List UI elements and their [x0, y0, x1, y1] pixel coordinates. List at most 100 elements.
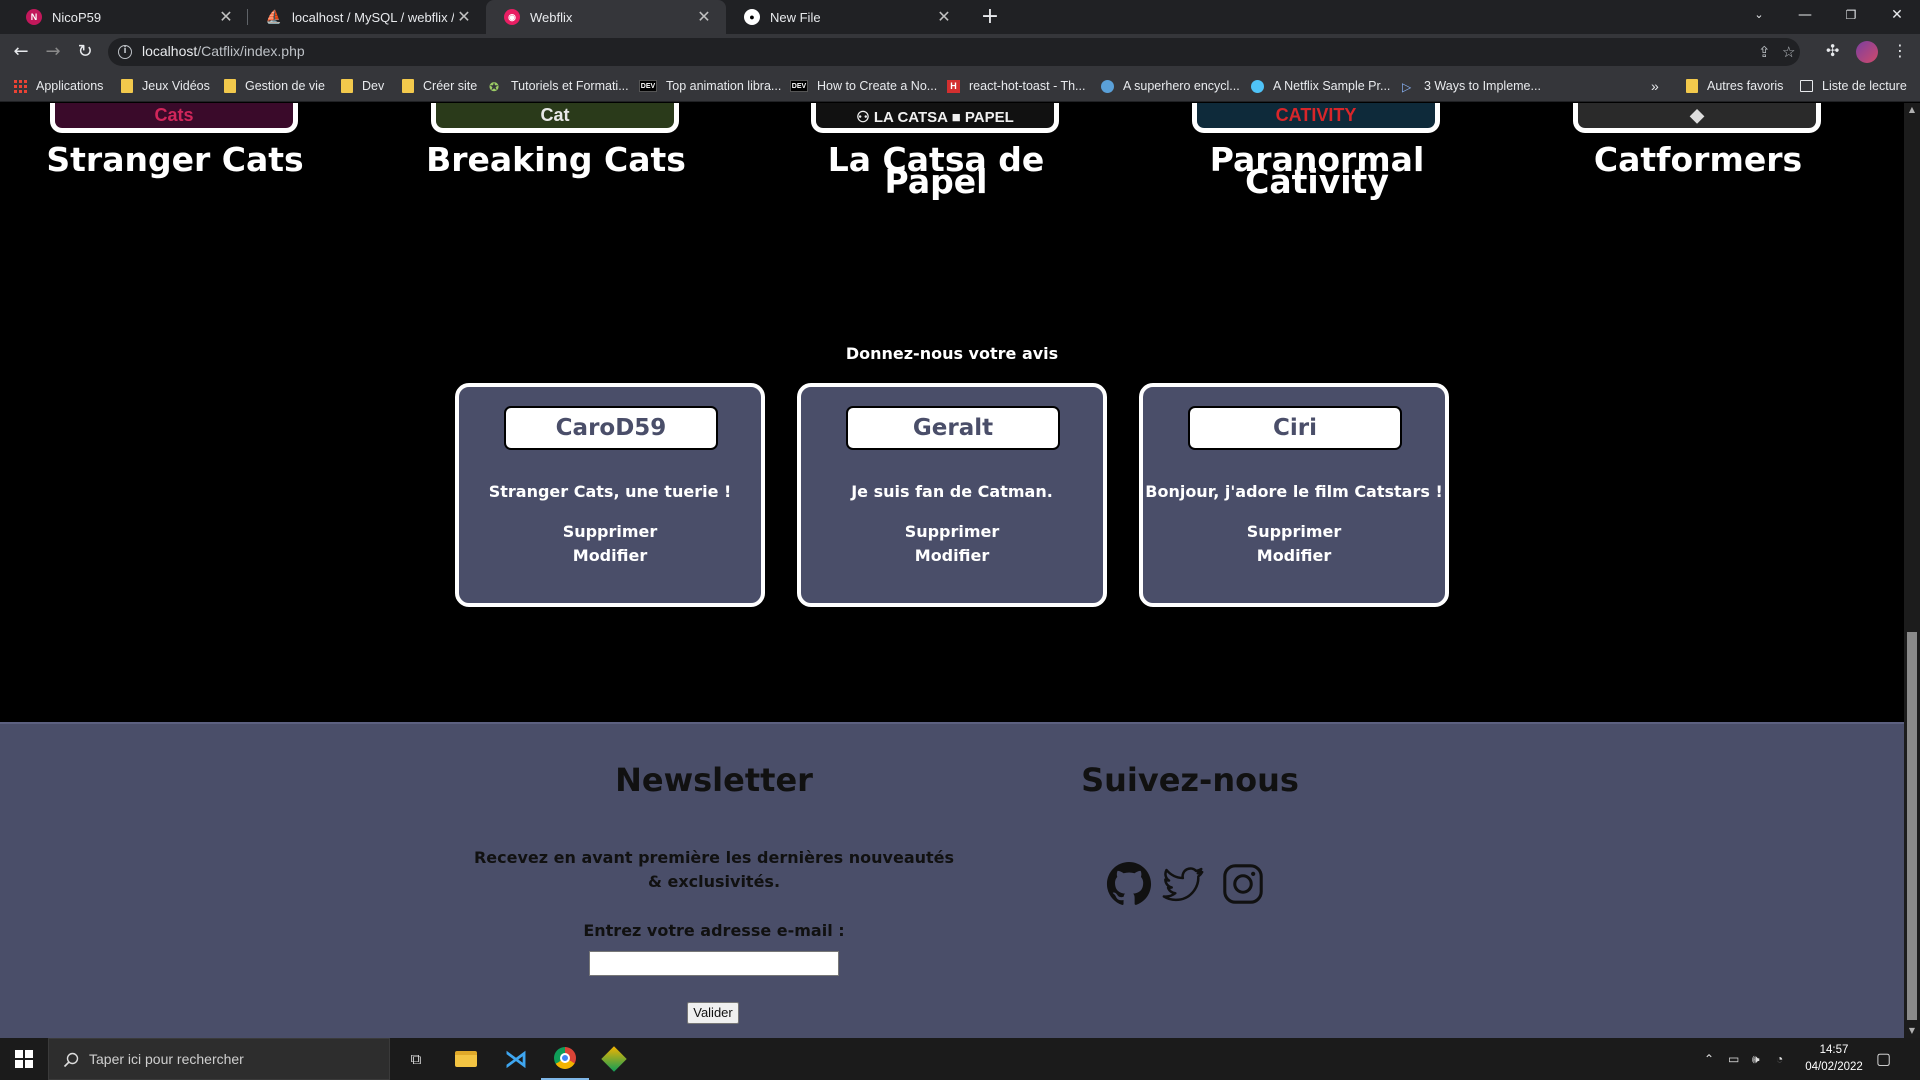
scrollbar-thumb[interactable] [1907, 632, 1917, 1020]
delete-review-button[interactable]: Supprimer [1143, 522, 1445, 541]
movie-poster[interactable]: ⚇ LA CATSA ■ PAPEL [811, 103, 1059, 133]
edit-review-button[interactable]: Modifier [1143, 546, 1445, 565]
movie-title[interactable]: Catformers [1548, 143, 1848, 176]
browser-tab[interactable]: N NicoP59 ✕ [8, 0, 248, 34]
close-tab-icon[interactable]: ✕ [694, 7, 714, 27]
scroll-up-arrow-icon[interactable]: ▲ [1904, 103, 1920, 117]
bookmark-folder[interactable]: Créer site [402, 70, 477, 102]
tab-search-icon[interactable]: ⌄ [1736, 0, 1782, 30]
folder-icon [402, 79, 414, 93]
bookmark-folder[interactable]: Dev [341, 70, 384, 102]
bookmark-other-favorites[interactable]: Autres favoris [1686, 70, 1783, 102]
bookmark-label: A superhero encycl... [1123, 79, 1240, 93]
poster-logo-text: ◆ [1690, 105, 1704, 125]
git-kraken-icon[interactable] [590, 1038, 638, 1080]
close-window-button[interactable]: ✕ [1874, 0, 1920, 30]
delete-review-button[interactable]: Supprimer [459, 522, 761, 541]
review-card: Geralt Je suis fan de Catman. Supprimer … [797, 383, 1107, 607]
close-tab-icon[interactable]: ✕ [934, 7, 954, 27]
battery-icon[interactable]: ▭ [1728, 1038, 1739, 1080]
graduation-cap-icon: ✪ [489, 79, 500, 94]
extensions-puzzle-icon[interactable]: ✣ [1826, 41, 1839, 60]
profile-avatar[interactable] [1856, 41, 1878, 63]
task-view-icon[interactable]: ⧉ [392, 1038, 440, 1080]
instagram-icon[interactable] [1220, 861, 1266, 907]
bookmark-label: react-hot-toast - Th... [969, 79, 1086, 93]
url-text[interactable]: localhost/Catflix/index.php [142, 43, 305, 59]
bookmark-link[interactable]: ✪ Tutoriels et Formati... [489, 70, 629, 102]
bookmark-label: Créer site [423, 79, 478, 93]
twitter-icon[interactable] [1160, 861, 1206, 907]
review-card: Ciri Bonjour, j'adore le film Catstars !… [1139, 383, 1449, 607]
new-tab-button[interactable]: + [976, 4, 1004, 30]
reading-list-button[interactable]: Liste de lecture [1800, 70, 1907, 102]
bookmark-link[interactable]: A Netflix Sample Pr... [1251, 70, 1390, 102]
review-comment: Stranger Cats, une tuerie ! [488, 482, 732, 501]
github-profile-icon: N [26, 9, 42, 25]
volume-icon[interactable]: 🕪 [1752, 1038, 1760, 1080]
bookmark-folder[interactable]: Gestion de vie [224, 70, 325, 102]
bookmark-star-icon[interactable]: ☆ [1782, 43, 1795, 61]
dev-to-icon: DEV [639, 80, 657, 92]
menu-kebab-icon[interactable]: ⋮ [1892, 41, 1908, 60]
site-info-icon[interactable]: i [118, 45, 132, 59]
bookmark-label: Top animation libra... [666, 79, 782, 93]
movie-title[interactable]: Stranger Cats [25, 143, 325, 176]
bookmark-label: A Netflix Sample Pr... [1273, 79, 1391, 93]
bookmark-label: Dev [362, 79, 385, 93]
poster-logo-text: Cats [154, 105, 194, 125]
restore-button[interactable]: ❐ [1828, 0, 1874, 30]
overflow-chevron-icon: » [1651, 78, 1659, 94]
globe-icon [1251, 79, 1264, 93]
poster-logo-text: ⚇ LA CATSA ■ PAPEL [856, 109, 1014, 126]
taskbar-search-box[interactable]: Taper ici pour rechercher [48, 1038, 390, 1080]
share-icon[interactable]: ⇪ [1758, 43, 1771, 61]
close-tab-icon[interactable]: ✕ [216, 7, 236, 27]
browser-tab[interactable]: ⛵ localhost / MySQL / webflix / arti ✕ [248, 0, 486, 34]
bookmarks-overflow-button[interactable]: » [1651, 70, 1659, 102]
windows-start-icon[interactable] [0, 1038, 48, 1080]
close-tab-icon[interactable]: ✕ [454, 7, 474, 27]
back-arrow-icon[interactable]: ← [8, 39, 34, 65]
bookmark-applications[interactable]: Applications [14, 70, 103, 102]
movie-poster[interactable]: Cat [431, 103, 679, 133]
reload-icon[interactable]: ↻ [72, 39, 98, 65]
movie-title[interactable]: La Catsa de Papel [786, 143, 1086, 198]
chrome-icon[interactable] [541, 1038, 589, 1080]
bookmark-link[interactable]: DEV How to Create a No... [790, 70, 937, 102]
notifications-icon[interactable]: ▢ [1876, 1038, 1891, 1080]
bookmark-link[interactable]: DEV Top animation libra... [639, 70, 781, 102]
email-input[interactable] [589, 951, 839, 976]
bookmark-folder[interactable]: Jeux Vidéos [121, 70, 210, 102]
forward-arrow-icon[interactable]: → [40, 39, 66, 65]
bookmark-link[interactable]: A superhero encycl... [1101, 70, 1240, 102]
movie-title[interactable]: Paranormal Cativity [1167, 143, 1467, 198]
browser-tab[interactable]: ● New File ✕ [726, 0, 966, 34]
bookmark-link[interactable]: H react-hot-toast - Th... [947, 70, 1085, 102]
movie-poster[interactable]: ◆ [1573, 103, 1821, 133]
minimize-button[interactable]: — [1782, 0, 1828, 30]
network-icon[interactable]: ◔ [1776, 1038, 1783, 1080]
movie-poster[interactable]: CATIVITY [1192, 103, 1440, 133]
bookmark-link[interactable]: ▷ 3 Ways to Impleme... [1402, 70, 1541, 102]
review-author: Ciri [1188, 406, 1402, 450]
movie-poster[interactable]: Cats [50, 103, 298, 133]
url-path: /Catflix/index.php [197, 43, 305, 59]
address-bar[interactable]: i localhost/Catflix/index.php ⇪ ☆ [108, 38, 1800, 66]
scroll-down-arrow-icon[interactable]: ▼ [1904, 1024, 1920, 1038]
file-explorer-icon[interactable] [442, 1038, 490, 1080]
system-clock[interactable]: 14:57 04/02/2022 [1798, 1042, 1870, 1076]
delete-review-button[interactable]: Supprimer [801, 522, 1103, 541]
movie-title[interactable]: Breaking Cats [406, 143, 706, 176]
edit-review-button[interactable]: Modifier [459, 546, 761, 565]
github-icon[interactable] [1106, 861, 1152, 907]
tray-overflow-chevron-icon[interactable]: ⌃ [1704, 1038, 1714, 1080]
clock-date: 04/02/2022 [1805, 1061, 1863, 1073]
vscode-icon[interactable]: ⋊ [492, 1038, 540, 1080]
bookmark-label: Jeux Vidéos [142, 79, 210, 93]
submit-newsletter-button[interactable]: Valider [687, 1002, 739, 1024]
browser-tab-active[interactable]: ◉ Webflix ✕ [486, 0, 726, 34]
review-author: Geralt [846, 406, 1060, 450]
edit-review-button[interactable]: Modifier [801, 546, 1103, 565]
review-author: CaroD59 [504, 406, 718, 450]
